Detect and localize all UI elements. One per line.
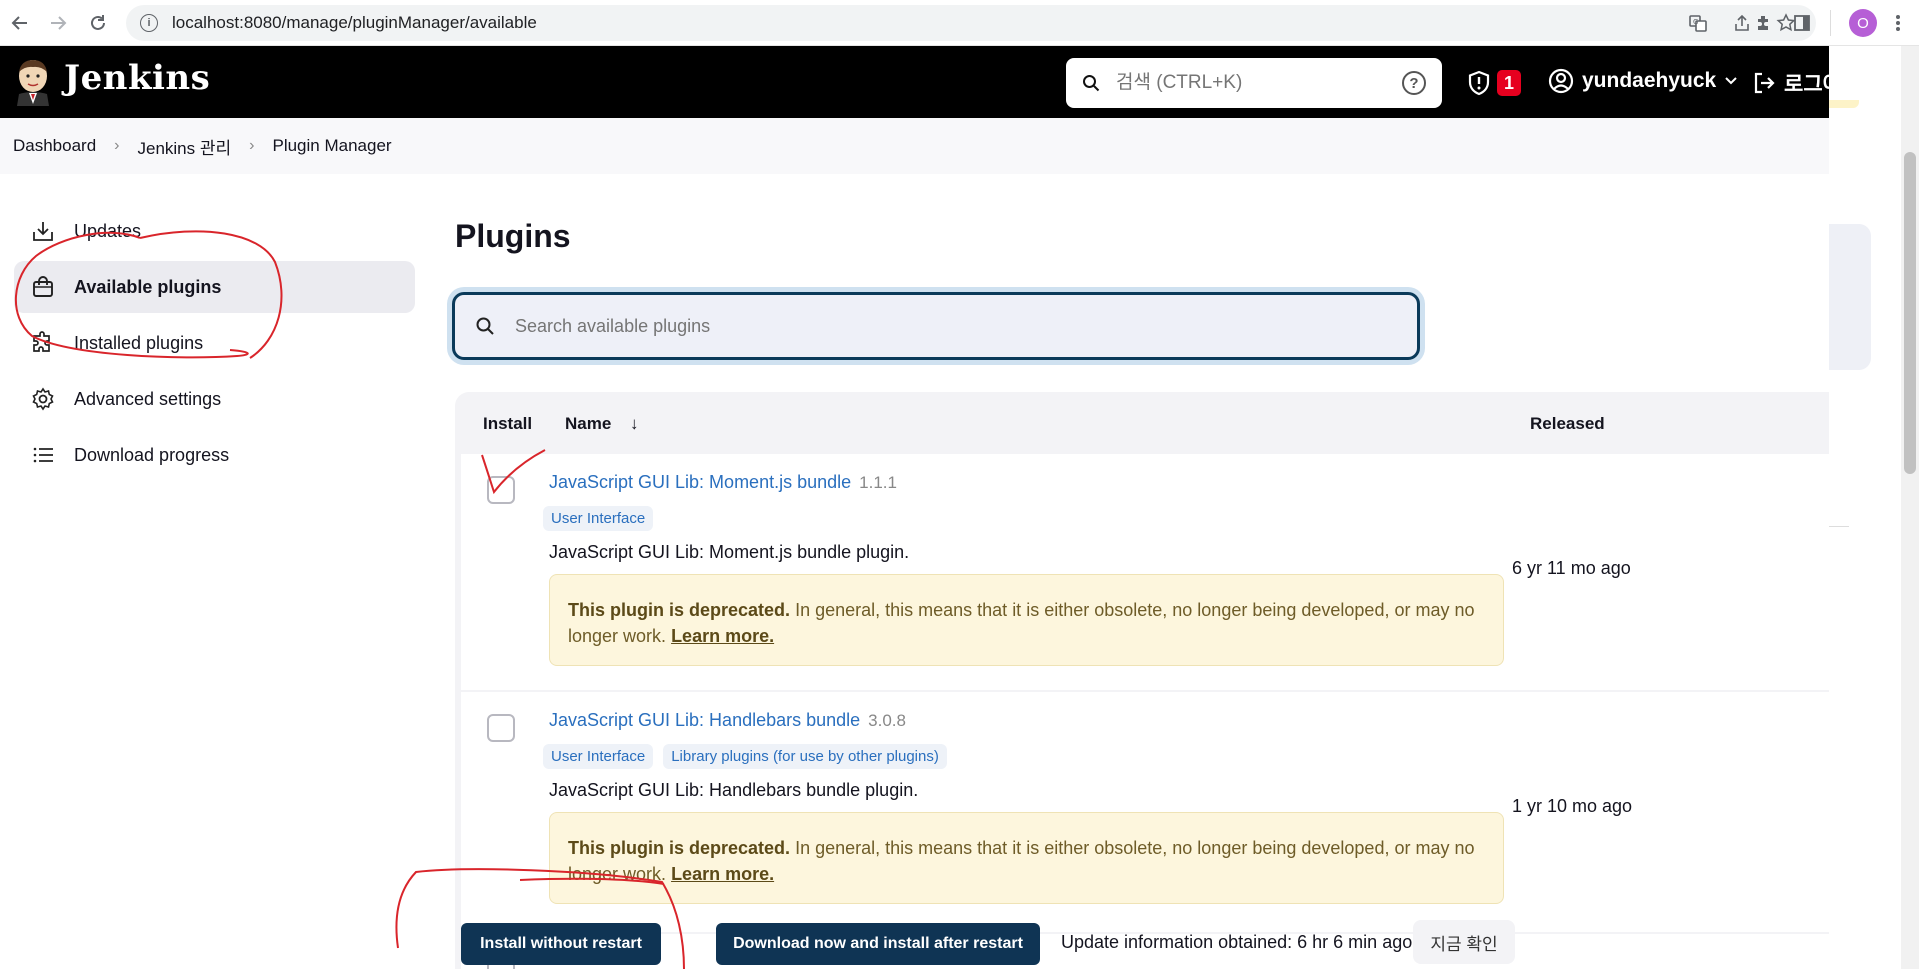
plugin-name-link[interactable]: JavaScript GUI Lib: Handlebars bundle (549, 710, 860, 730)
sidebar: Updates Available plugins Installed plug… (14, 205, 415, 485)
chevron-down-icon (1725, 77, 1737, 85)
security-count-badge: 1 (1497, 70, 1522, 96)
update-info-text: Update information obtained: 6 hr 6 min … (1061, 932, 1413, 952)
plugin-released: 6 yr 11 mo ago (1512, 558, 1631, 578)
warning-title: This plugin is deprecated. (568, 838, 791, 858)
site-info-icon[interactable]: i (140, 14, 158, 32)
plugin-name-link[interactable]: JavaScript GUI Lib: Moment.js bundle (549, 472, 851, 492)
svg-text:G: G (1693, 18, 1698, 26)
column-name-label: Name (565, 414, 612, 433)
plugin-version: 1.1.1 (859, 473, 897, 492)
plugin-version: 3.0.8 (868, 711, 906, 730)
sidebar-item-label: Advanced settings (74, 388, 222, 409)
table-row: JavaScript GUI Lib: Moment.js bundle 1.1.… (461, 454, 1829, 690)
warning-title: This plugin is deprecated. (568, 600, 791, 620)
address-bar[interactable]: i localhost:8080/manage/pluginManager/av… (126, 5, 1816, 41)
sidebar-item-installed-plugins[interactable]: Installed plugins (14, 317, 415, 369)
sidebar-item-download-progress[interactable]: Download progress (14, 429, 415, 481)
plugin-description: JavaScript GUI Lib: Handlebars bundle pl… (549, 780, 919, 800)
sidebar-item-label: Installed plugins (74, 332, 204, 353)
logout-icon (1754, 72, 1775, 94)
breadcrumb-manage-jenkins[interactable]: Jenkins 관리 (138, 134, 232, 159)
column-install: Install (483, 414, 533, 433)
download-icon (30, 218, 56, 244)
scrollbar-thumb[interactable] (1904, 152, 1916, 474)
column-name[interactable]: Name ↓ (565, 414, 639, 434)
deprecation-warning: This plugin is deprecated. In general, t… (549, 812, 1504, 904)
share-icon[interactable] (1732, 13, 1752, 33)
sidebar-item-label: Download progress (74, 444, 230, 465)
shield-alert-icon (1468, 70, 1490, 96)
jenkins-header: Jenkins ? 1 yundaehyuck 로그아웃 (0, 46, 1861, 118)
page-title: Plugins (455, 218, 571, 254)
more-vertical-icon[interactable] (1895, 13, 1901, 33)
reload-icon (91, 15, 105, 30)
breadcrumb-dashboard[interactable]: Dashboard (13, 136, 96, 156)
arrow-right-icon (51, 16, 67, 30)
search-icon (1083, 75, 1100, 92)
divider (1829, 526, 1849, 527)
learn-more-link[interactable]: Learn more. (671, 864, 774, 884)
profile-avatar[interactable]: O (1849, 9, 1877, 37)
deprecation-warning: This plugin is deprecated. In general, t… (549, 574, 1504, 666)
check-now-button[interactable]: 지금 확인 (1413, 920, 1515, 964)
shopping-bag-icon (30, 274, 56, 300)
global-search[interactable]: ? (1066, 58, 1442, 108)
plugin-tag[interactable]: Library plugins (for use by other plugin… (663, 744, 947, 769)
list-icon (30, 442, 56, 468)
column-released[interactable]: Released (1530, 414, 1605, 434)
plugin-description: JavaScript GUI Lib: Moment.js bundle plu… (549, 542, 910, 562)
user-menu[interactable]: yundaehyuck (1548, 68, 1738, 94)
install-checkbox[interactable] (487, 714, 515, 742)
sidebar-item-updates[interactable]: Updates (14, 205, 415, 257)
forward-button[interactable] (38, 0, 78, 46)
sidebar-item-label: Updates (74, 220, 142, 241)
install-without-restart-button[interactable]: Install without restart (461, 923, 661, 965)
plugin-actions-bar: Install without restart Download now and… (455, 918, 1829, 969)
notice-strip (1829, 100, 1859, 108)
download-install-after-restart-button[interactable]: Download now and install after restart (716, 923, 1040, 965)
translate-icon[interactable]: G (1688, 13, 1708, 33)
browser-toolbar: i localhost:8080/manage/pluginManager/av… (0, 0, 1919, 46)
sidebar-item-available-plugins[interactable]: Available plugins (14, 261, 415, 313)
plugin-tag[interactable]: User Interface (543, 744, 654, 769)
global-search-input[interactable] (1116, 72, 1376, 94)
breadcrumb-plugin-manager[interactable]: Plugin Manager (272, 136, 391, 156)
chevron-right-icon: › (114, 137, 120, 154)
side-card (1829, 224, 1871, 370)
help-icon[interactable]: ? (1402, 71, 1426, 95)
user-circle-icon (1548, 68, 1574, 94)
jenkins-brand[interactable]: Jenkins (64, 58, 210, 98)
puzzle-icon (30, 330, 56, 356)
plugin-tag[interactable]: User Interface (543, 506, 654, 531)
breadcrumb: Dashboard › Jenkins 관리 › Plugin Manager (0, 118, 1829, 174)
arrow-left-icon (11, 16, 27, 30)
sidebar-item-advanced-settings[interactable]: Advanced settings (14, 373, 415, 425)
gear-icon (30, 386, 56, 412)
search-icon (476, 317, 494, 335)
plugin-search-input[interactable] (515, 315, 1315, 337)
url-text[interactable]: localhost:8080/manage/pluginManager/avai… (172, 13, 537, 33)
jenkins-logo-icon[interactable] (13, 56, 53, 106)
table-header: Install Name ↓ Released (455, 392, 1829, 452)
chevron-right-icon: › (249, 137, 255, 154)
username: yundaehyuck (1582, 69, 1717, 92)
sort-arrow-icon: ↓ (630, 414, 639, 433)
side-panel-icon[interactable] (1792, 13, 1812, 33)
reload-button[interactable] (78, 0, 118, 46)
install-checkbox[interactable] (487, 476, 515, 504)
learn-more-link[interactable]: Learn more. (671, 626, 774, 646)
plugin-search[interactable] (452, 292, 1420, 360)
sidebar-item-label: Available plugins (74, 276, 222, 297)
security-alerts[interactable]: 1 (1467, 70, 1522, 96)
extensions-icon[interactable] (1754, 13, 1774, 33)
plugin-released: 1 yr 10 mo ago (1512, 796, 1633, 816)
table-row: JavaScript GUI Lib: Handlebars bundle 3.0… (461, 692, 1829, 932)
back-button[interactable] (0, 0, 40, 46)
plugins-table: Install Name ↓ Released JavaScript GUI L… (455, 392, 1829, 969)
page-scrollbar[interactable] (1901, 46, 1919, 969)
